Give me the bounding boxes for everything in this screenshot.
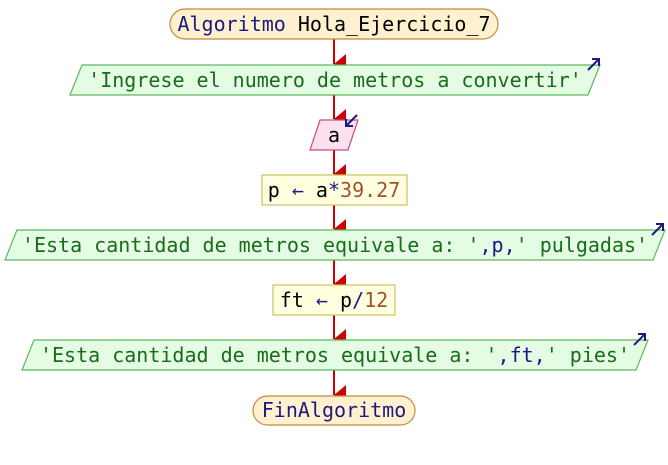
code-token: , — [498, 343, 510, 367]
code-token: 39.27 — [340, 178, 400, 202]
code-token: a — [304, 178, 328, 202]
code-token: 'Esta cantidad de metros equivale a: ' — [22, 233, 480, 257]
code-token: , — [479, 233, 491, 257]
input-step[interactable]: a — [309, 114, 359, 151]
code-token: p — [268, 178, 292, 202]
code-token: , — [504, 233, 516, 257]
algorithm-keyword: Algoritmo — [177, 12, 285, 36]
code-token: p — [492, 233, 504, 257]
output-step-1[interactable]: 'Ingrese el numero de metros a convertir… — [69, 58, 601, 96]
output-text: 'Esta cantidad de metros equivale a: ',f… — [40, 343, 630, 367]
code-token: * — [328, 178, 340, 202]
output-step-3[interactable]: 'Esta cantidad de metros equivale a: ',f… — [21, 333, 649, 371]
code-token: 'Esta cantidad de metros equivale a: ' — [40, 343, 498, 367]
flowchart: Algoritmo Hola_Ejercicio_7 'Ingrese el n… — [4, 8, 666, 426]
svg-text:Algoritmo Hola_Ejercicio_7: Algoritmo Hola_Ejercicio_7 — [177, 12, 490, 36]
output-text: 'Esta cantidad de metros equivale a: ',p… — [22, 233, 648, 257]
end-terminal[interactable]: FinAlgoritmo — [252, 395, 416, 426]
code-token: p — [328, 288, 352, 312]
input-text: a — [328, 123, 340, 147]
output-text: 'Ingrese el numero de metros a convertir… — [88, 68, 582, 92]
code-token: ← — [292, 178, 304, 202]
output-step-2[interactable]: 'Esta cantidad de metros equivale a: ',p… — [4, 223, 666, 261]
assign-text: ft ← p/12 — [280, 288, 388, 312]
assign-text: p ← a*39.27 — [268, 178, 401, 202]
code-token: ft — [280, 288, 316, 312]
code-token: a — [328, 123, 340, 147]
code-token: ' pulgadas' — [516, 233, 648, 257]
assign-step-p[interactable]: p ← a*39.27 — [261, 174, 408, 206]
code-token: 'Ingrese el numero de metros a convertir… — [88, 68, 582, 92]
code-token: / — [352, 288, 364, 312]
code-token: ' pies' — [546, 343, 630, 367]
code-token: ← — [316, 288, 328, 312]
code-token: 12 — [364, 288, 388, 312]
start-terminal[interactable]: Algoritmo Hola_Ejercicio_7 — [169, 8, 499, 40]
end-keyword: FinAlgoritmo — [262, 398, 407, 422]
code-token: , — [534, 343, 546, 367]
assign-step-ft[interactable]: ft ← p/12 — [272, 284, 396, 316]
algorithm-name: Hola_Ejercicio_7 — [298, 12, 491, 36]
code-token: ft — [510, 343, 534, 367]
